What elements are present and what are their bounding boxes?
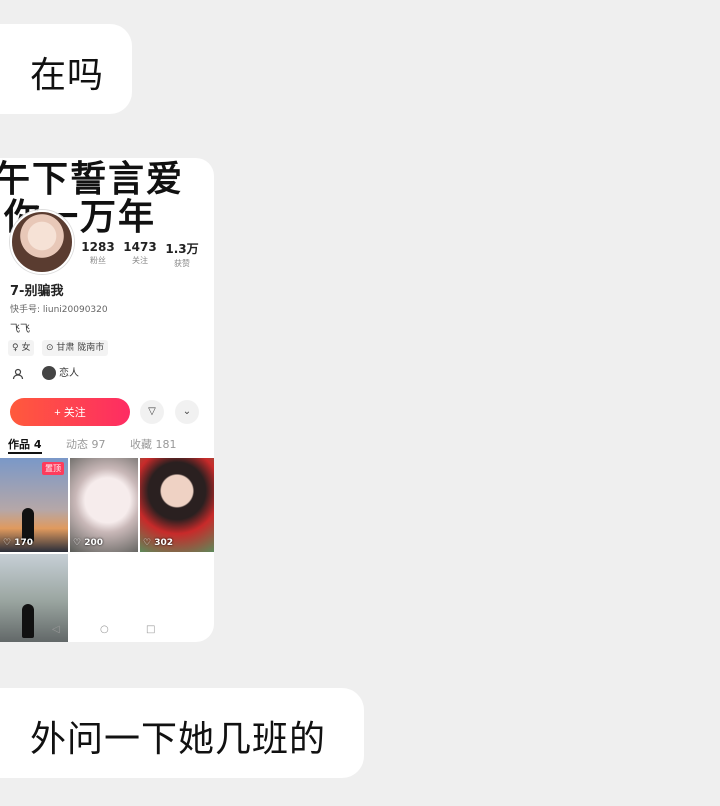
video-thumbnail[interactable]: 置顶 ♡ 170 bbox=[0, 458, 68, 552]
back-icon[interactable]: ◁ bbox=[52, 624, 60, 635]
female-icon: ♀ bbox=[12, 343, 19, 353]
stat-value: 1283 bbox=[81, 240, 115, 254]
like-count: ♡ 302 bbox=[143, 538, 173, 548]
profile-id: 快手号: liuni20090320 bbox=[10, 305, 108, 315]
stat-likes: 1.3万 获赞 bbox=[162, 240, 202, 269]
message-text: 外问一下她几班的 bbox=[30, 719, 327, 760]
pinned-badge: 置顶 bbox=[42, 462, 64, 475]
share-button[interactable]: ▽ bbox=[140, 400, 164, 424]
chevron-down-icon: ⌄ bbox=[182, 406, 192, 417]
stat-value: 1.3万 bbox=[165, 242, 199, 256]
triangle-down-icon: ▽ bbox=[148, 406, 156, 417]
system-nav-bar: ◁ ○ □ bbox=[0, 622, 214, 642]
tab-moments[interactable]: 动态 97 bbox=[66, 436, 106, 452]
stat-followers: 1283 粉丝 bbox=[78, 240, 118, 266]
location-label: 甘肃 陇南市 bbox=[56, 343, 105, 353]
message-bubble-incoming[interactable]: 外问一下她几班的 bbox=[0, 688, 364, 778]
message-text: 在吗 bbox=[30, 55, 105, 96]
profile-bio: 飞飞 bbox=[10, 324, 30, 335]
stat-label: 粉丝 bbox=[90, 256, 106, 265]
message-bubble-incoming[interactable]: 在吗 bbox=[0, 24, 132, 114]
like-count: ♡ 170 bbox=[3, 538, 33, 548]
shared-screenshot-image[interactable]: 午下誓言爱 你一万年 1283 粉丝 1473 关注 1.3万 获赞 7-别骗我… bbox=[0, 158, 214, 642]
location-icon: ⊙ bbox=[46, 343, 54, 353]
thumbnail-figure bbox=[22, 508, 34, 542]
location-tag: ⊙ 甘肃 陇南市 bbox=[42, 340, 109, 356]
tab-indicator bbox=[8, 452, 42, 454]
lover-chip[interactable]: 恋人 bbox=[42, 365, 79, 383]
stat-following: 1473 关注 bbox=[120, 240, 160, 266]
profile-username: 7-别骗我 bbox=[10, 284, 64, 299]
lover-label: 恋人 bbox=[59, 368, 79, 379]
stat-value: 1473 bbox=[123, 240, 157, 254]
video-thumbnail[interactable]: ♡ 302 bbox=[140, 458, 214, 552]
like-count: ♡ 200 bbox=[73, 538, 103, 548]
avatar bbox=[10, 210, 74, 274]
gender-tag: ♀ 女 bbox=[8, 340, 35, 356]
profile-banner-text: 午下誓言爱 bbox=[0, 159, 185, 200]
tab-favorites[interactable]: 收藏 181 bbox=[130, 436, 177, 452]
person-icon[interactable] bbox=[12, 368, 24, 383]
stat-label: 关注 bbox=[132, 256, 148, 265]
stat-label: 获赞 bbox=[174, 259, 190, 268]
lover-avatar-icon bbox=[42, 366, 56, 380]
more-button[interactable]: ⌄ bbox=[175, 400, 199, 424]
home-icon[interactable]: ○ bbox=[100, 624, 109, 635]
recent-apps-icon[interactable]: □ bbox=[146, 624, 155, 635]
tab-works[interactable]: 作品 4 bbox=[8, 436, 41, 452]
follow-button[interactable]: + 关注 bbox=[10, 398, 130, 426]
gender-label: 女 bbox=[21, 343, 31, 353]
video-thumbnail[interactable]: ♡ 200 bbox=[70, 458, 138, 552]
